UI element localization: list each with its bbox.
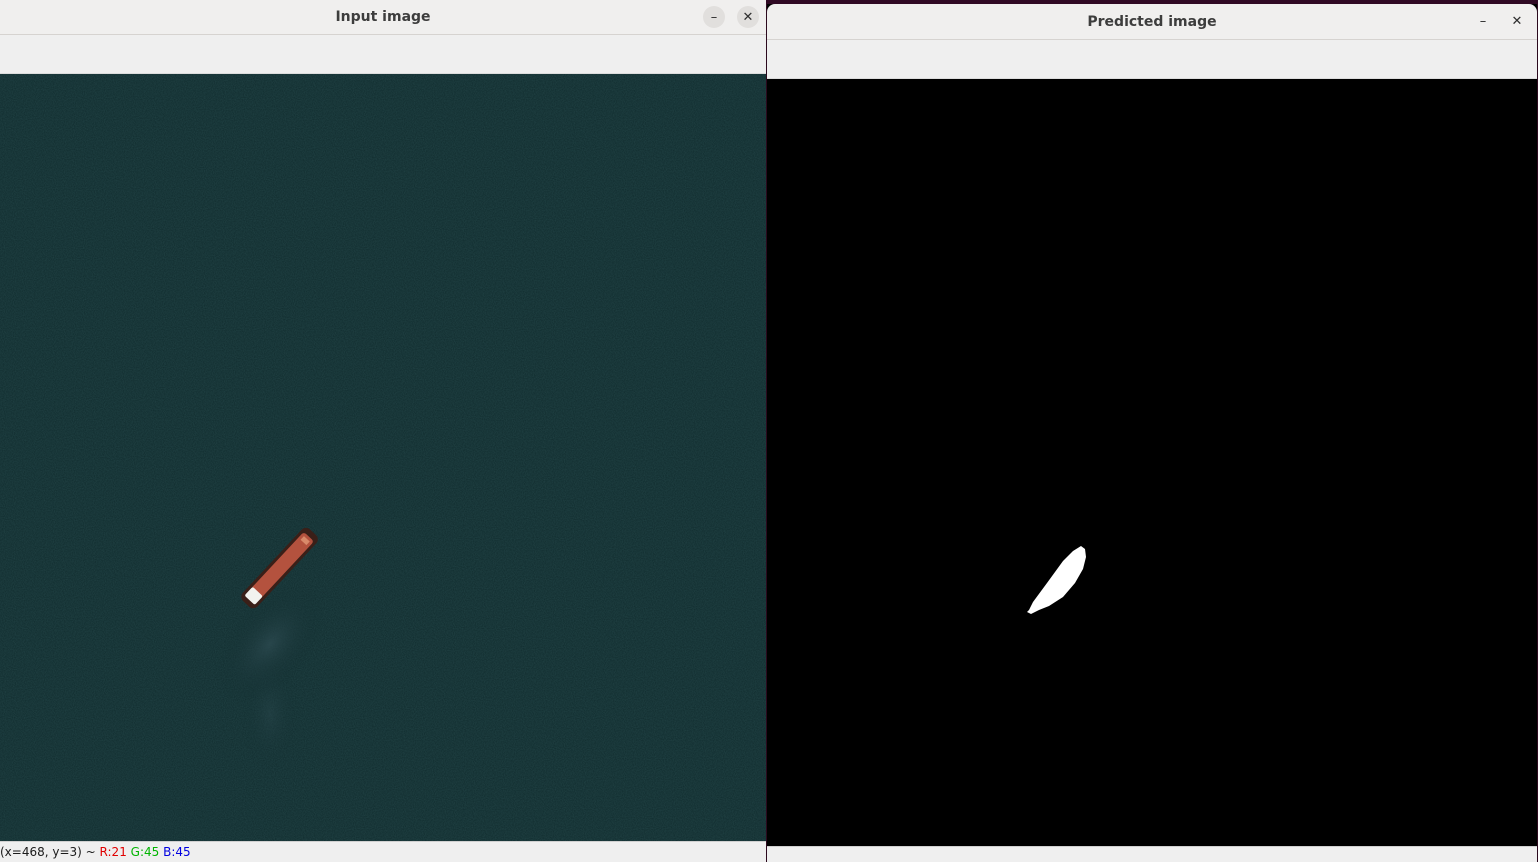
- titlebar[interactable]: Input image – ✕: [0, 0, 766, 35]
- minimize-button[interactable]: –: [703, 6, 725, 28]
- pixel-blue-value: B:45: [163, 845, 191, 859]
- status-bar: [767, 846, 1537, 862]
- segmentation-mask: [767, 79, 1537, 847]
- titlebar[interactable]: Predicted image – ✕: [767, 4, 1537, 40]
- close-button[interactable]: ✕: [737, 6, 759, 28]
- minimize-button[interactable]: –: [1472, 10, 1494, 32]
- input-image-canvas[interactable]: [0, 74, 766, 842]
- window-title: Input image: [335, 9, 431, 25]
- status-bar: (x=468, y=3) ~ R:21 G:45 B:45: [0, 841, 766, 862]
- pixel-green-value: G:45: [130, 845, 160, 859]
- toolbar: [767, 40, 1537, 79]
- close-button[interactable]: ✕: [1506, 10, 1528, 32]
- predicted-image-window: Predicted image – ✕: [767, 4, 1537, 862]
- satellite-image: [0, 74, 766, 842]
- cursor-coords: (x=468, y=3) ~: [0, 845, 96, 859]
- toolbar: [0, 35, 766, 74]
- predicted-image-canvas[interactable]: [767, 79, 1537, 847]
- window-title: Predicted image: [1087, 13, 1217, 30]
- pixel-red-value: R:21: [99, 845, 127, 859]
- input-image-window: Input image – ✕ (x=468, y=3) ~ R:21 G:45…: [0, 0, 766, 862]
